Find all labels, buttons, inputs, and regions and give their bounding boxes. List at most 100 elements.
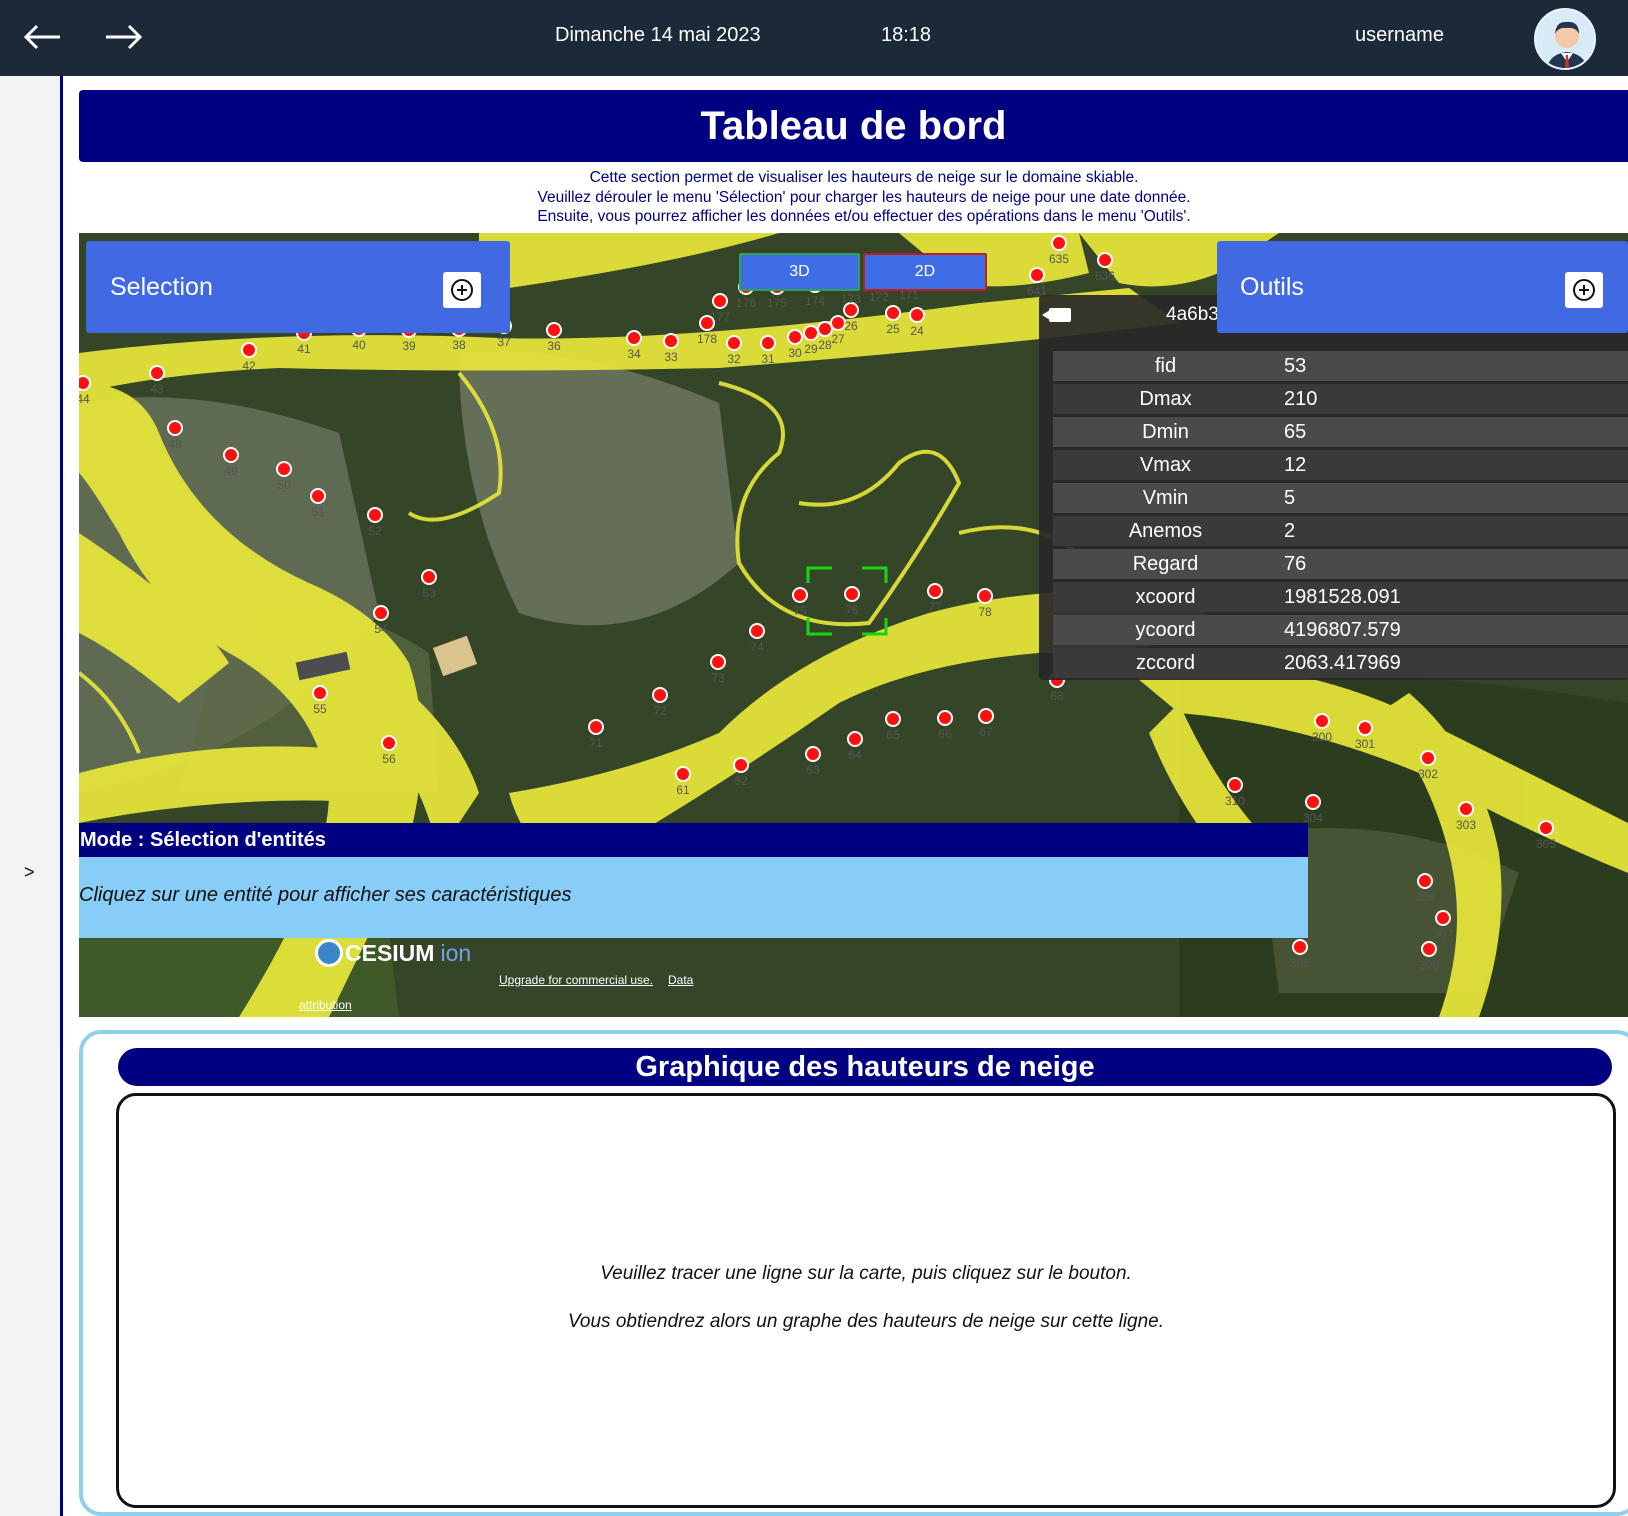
mode-bar: Mode : Sélection d'entités	[79, 823, 1308, 857]
marker-label: 41	[297, 342, 311, 356]
marker-label: 55	[313, 702, 327, 716]
page-title: Tableau de bord	[79, 90, 1628, 162]
attribute-key: Anemos	[1053, 516, 1278, 546]
marker-label: 43	[150, 382, 164, 396]
intro-text: Cette section permet de visualiser les h…	[79, 168, 1628, 227]
plus-circle-icon	[1573, 279, 1595, 301]
attribute-value: 2	[1278, 516, 1628, 546]
cesium-ion-text: ion	[440, 939, 472, 966]
marker-label: 42	[242, 359, 256, 373]
marker-label: 78	[978, 605, 992, 619]
tools-panel[interactable]: Outils	[1217, 241, 1628, 333]
selection-panel[interactable]: Selection	[86, 241, 510, 333]
marker-label: 33	[664, 350, 678, 364]
arrow-right-icon	[106, 24, 143, 50]
marker-label: 74	[750, 640, 764, 654]
upgrade-link[interactable]: Upgrade for commercial use.	[499, 973, 653, 987]
marker-label: 28	[818, 338, 832, 352]
attribute-key: Regard	[1053, 549, 1278, 579]
forward-button[interactable]	[96, 14, 152, 60]
marker-label: 25	[886, 322, 900, 336]
marker-label: 61	[676, 783, 690, 797]
tools-expand-button[interactable]	[1565, 272, 1603, 308]
attribute-value: 210	[1278, 384, 1628, 414]
top-bar: Dimanche 14 mai 2023 18:18 username	[0, 0, 1628, 76]
marker-label: 66	[938, 727, 952, 741]
marker-label: 32	[727, 352, 741, 366]
marker-label: 64	[848, 748, 862, 762]
marker-label: 300	[1312, 730, 1332, 744]
marker-label: 310	[1225, 794, 1245, 808]
marker-label: 34	[627, 347, 641, 361]
marker-label: 636	[1095, 269, 1115, 283]
attribute-row: fid 53	[1053, 351, 1628, 381]
attribute-row: Vmin 5	[1053, 483, 1628, 513]
marker-label: 49	[224, 464, 238, 478]
attribute-key: zccord	[1053, 648, 1278, 678]
marker-label: 68	[1050, 689, 1064, 703]
marker-label: 62	[734, 774, 748, 788]
view-2d-button[interactable]: 2D	[863, 253, 987, 291]
intro-line: Veuillez dérouler le menu 'Sélection' po…	[537, 188, 1191, 206]
marker-label: 305	[1536, 837, 1556, 851]
marker-label: 71	[589, 736, 603, 750]
attribute-row: Anemos 2	[1053, 516, 1628, 546]
info-box-title: 4a6b3	[1166, 304, 1219, 325]
attribute-value: 12	[1278, 450, 1628, 480]
marker-label: 301	[1355, 737, 1375, 751]
attribute-key: Vmax	[1053, 450, 1278, 480]
marker-label: 29	[804, 342, 818, 356]
marker-label: 77	[928, 600, 942, 614]
graph-area[interactable]	[116, 1093, 1616, 1508]
attribute-key: xcoord	[1053, 582, 1278, 612]
attribute-key: Dmax	[1053, 384, 1278, 414]
intro-line: Cette section permet de visualiser les h…	[589, 169, 1139, 186]
data-link[interactable]: Data	[668, 973, 693, 987]
feature-attribute-table: fid 53 Dmax 210 Dmin 65 Vmax 12 Vmin 5 Anemos 2 Rega…	[1053, 348, 1628, 681]
marker-label: 75	[793, 604, 807, 618]
marker-label: 26	[844, 319, 858, 333]
user-avatar[interactable]	[1534, 8, 1596, 70]
back-button[interactable]	[14, 14, 70, 60]
attribute-value: 1981528.091	[1278, 582, 1628, 612]
marker-label: 172	[869, 290, 889, 304]
marker-label: 30	[788, 346, 802, 360]
marker-label: 27	[831, 332, 845, 346]
attribute-row: Regard 76	[1053, 549, 1628, 579]
graph-instruction-1: Veuillez tracer une ligne sur la carte, …	[600, 1263, 1132, 1284]
attribute-key: Vmin	[1053, 483, 1278, 513]
attribute-row: zccord 2063.417969	[1053, 648, 1628, 678]
marker-label: 173	[841, 292, 861, 306]
marker-label: 56	[382, 752, 396, 766]
sidebar-toggle[interactable]: >	[24, 862, 35, 883]
camera-icon[interactable]	[1042, 308, 1071, 322]
view-3d-button[interactable]: 3D	[739, 253, 860, 291]
intro-line: Ensuite, vous pourrez afficher les donné…	[537, 208, 1191, 225]
marker-label: 635	[1049, 252, 1069, 266]
sidebar: >	[0, 76, 63, 1516]
marker-label: 44	[79, 392, 90, 406]
mode-hint: Cliquez sur une entité pour afficher ses…	[79, 857, 1308, 938]
marker-label: 52	[368, 524, 382, 538]
cesium-logo[interactable]: CESIUM ion	[315, 939, 471, 967]
marker-label: 303	[1456, 818, 1476, 832]
selection-expand-button[interactable]	[443, 272, 481, 308]
marker-label: 65	[886, 728, 900, 742]
attribution-link[interactable]: attribution	[299, 998, 352, 1012]
cesium-logo-icon	[315, 939, 343, 967]
attribute-key: ycoord	[1053, 615, 1278, 645]
attribute-value: 4196807.579	[1278, 615, 1628, 645]
attribute-value: 65	[1278, 417, 1628, 447]
map-viewer[interactable]: 44 43 42 41 40 39 38 37 36 34 33 32 31 30 29 28 27 26 25 24…	[79, 233, 1628, 1017]
attribute-row: Dmax 210	[1053, 384, 1628, 414]
username-label[interactable]: username	[1355, 24, 1444, 47]
marker-label: 31	[761, 352, 775, 366]
marker-label: 24	[910, 324, 924, 338]
attribute-row: ycoord 4196807.579	[1053, 615, 1628, 645]
marker-label: 48	[168, 437, 182, 451]
marker-label: 39	[402, 339, 416, 353]
marker-label: 37	[497, 335, 511, 349]
marker-label: 36	[547, 339, 561, 353]
cesium-text: CESIUM	[345, 939, 435, 966]
marker-label: 72	[653, 704, 667, 718]
